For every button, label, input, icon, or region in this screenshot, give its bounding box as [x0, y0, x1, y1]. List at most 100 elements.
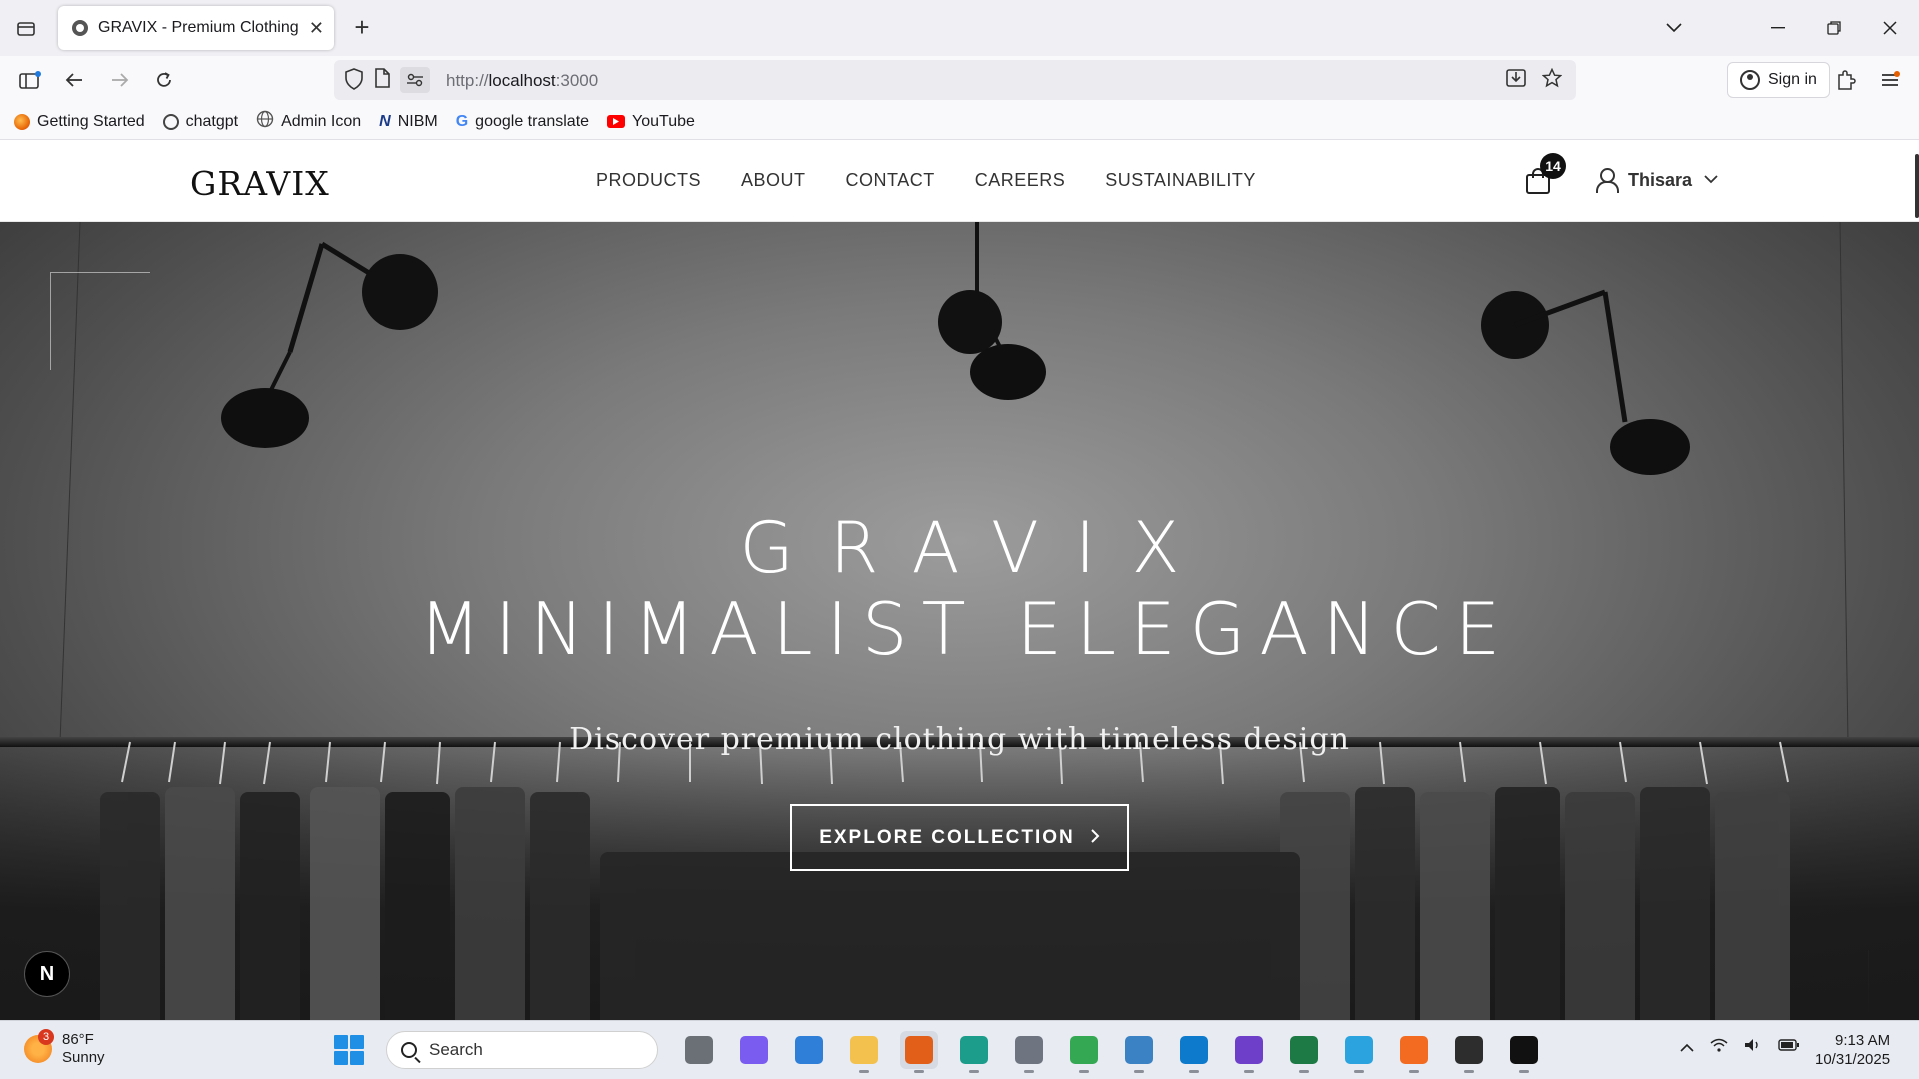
main-nav: PRODUCTS ABOUT CONTACT CAREERS SUSTAINAB… [596, 170, 1256, 191]
running-indicator [1299, 1070, 1309, 1073]
photos-taskbar-icon[interactable] [1120, 1031, 1158, 1073]
terminal-taskbar-icon[interactable] [1450, 1031, 1488, 1073]
wifi-icon[interactable] [1710, 1037, 1728, 1057]
vscode-icon [1180, 1036, 1208, 1064]
nav-contact[interactable]: CONTACT [846, 170, 935, 191]
browser-tab-bar: GRAVIX - Premium Clothing Sto ✕ + [0, 0, 1919, 56]
tracking-protection-shield-icon[interactable] [344, 68, 364, 95]
capcut-taskbar-icon[interactable] [1505, 1031, 1543, 1073]
web-page: GRAVIX PRODUCTS ABOUT CONTACT CAREERS SU… [0, 140, 1919, 1020]
chatgpt-icon [162, 113, 179, 130]
github-desktop-taskbar-icon[interactable] [1230, 1031, 1268, 1073]
url-host: localhost [488, 71, 556, 90]
url-scheme: http:// [446, 71, 489, 90]
new-tab-icon[interactable]: + [346, 12, 378, 44]
bookmark-nibm[interactable]: N NIBM [379, 113, 438, 131]
settings-taskbar-icon[interactable] [1010, 1031, 1048, 1073]
page-scrollbar[interactable] [1915, 154, 1919, 218]
bookmark-label: Admin Icon [281, 112, 362, 130]
nav-careers[interactable]: CAREERS [975, 170, 1066, 191]
save-to-pocket-download-icon[interactable] [1506, 68, 1526, 94]
firefox-taskbar-icon[interactable] [900, 1031, 938, 1073]
running-indicator [1189, 1070, 1199, 1073]
bookmarks-toolbar: Getting Started chatgpt Admin Icon N NIB… [0, 104, 1919, 140]
telegram-taskbar-icon[interactable] [1340, 1031, 1378, 1073]
running-indicator [914, 1070, 924, 1073]
firefox-icon [14, 113, 30, 130]
xampp-taskbar-icon[interactable] [1395, 1031, 1433, 1073]
sidebar-toggle-icon[interactable] [14, 64, 46, 96]
active-tab[interactable]: GRAVIX - Premium Clothing Sto ✕ [58, 6, 334, 50]
explore-collection-button[interactable]: EXPLORE COLLECTION [790, 804, 1129, 871]
os-taskbar: 3 86°F Sunny Search 9:13 AM 10/31/2025 [0, 1020, 1919, 1079]
back-icon[interactable] [58, 64, 90, 96]
address-bar[interactable]: http://localhost:3000 [334, 60, 1576, 100]
taskbar-search-box[interactable]: Search [386, 1031, 658, 1069]
running-indicator [969, 1070, 979, 1073]
weather-notification-badge: 3 [38, 1029, 54, 1045]
chrome-icon [1070, 1036, 1098, 1064]
search-icon [401, 1042, 417, 1058]
bookmark-chatgpt[interactable]: chatgpt [162, 112, 239, 131]
clock-time: 9:13 AM [1835, 1032, 1891, 1049]
taskbar-clock[interactable]: 9:13 AM 10/31/2025 [1815, 1031, 1890, 1069]
reload-icon[interactable] [148, 64, 180, 96]
copilot-taskbar-icon[interactable] [735, 1031, 773, 1069]
tab-list-icon[interactable] [10, 12, 42, 44]
page-info-icon[interactable] [374, 68, 390, 95]
site-logo[interactable]: GRAVIX [190, 164, 330, 203]
excel-app-taskbar-icon[interactable] [1285, 1031, 1323, 1073]
microsoft-store-taskbar-icon[interactable] [790, 1031, 828, 1069]
nav-products[interactable]: PRODUCTS [596, 170, 701, 191]
bookmark-label: chatgpt [185, 112, 239, 130]
app-menu-icon[interactable] [1874, 64, 1906, 96]
vscode-taskbar-icon[interactable] [1175, 1031, 1213, 1073]
bookmark-google-translate[interactable]: G google translate [456, 113, 589, 131]
weather-widget[interactable]: 3 86°F Sunny [24, 1029, 105, 1067]
battery-icon[interactable] [1778, 1037, 1800, 1057]
volume-icon[interactable] [1744, 1037, 1762, 1057]
cart-count-badge: 14 [1540, 153, 1566, 179]
hero-clothes-rack [100, 741, 1790, 1020]
bookmark-label: google translate [475, 112, 590, 130]
tab-overflow-chevron-icon[interactable] [1654, 10, 1694, 46]
nav-sustainability[interactable]: SUSTAINABILITY [1105, 170, 1256, 191]
bookmark-getting-started[interactable]: Getting Started [14, 113, 145, 131]
terminal-icon [1455, 1036, 1483, 1064]
task-view-icon [685, 1036, 713, 1064]
close-window-icon[interactable] [1870, 10, 1910, 46]
github-desktop-icon [1235, 1036, 1263, 1064]
forward-icon[interactable] [104, 64, 136, 96]
nav-about[interactable]: ABOUT [741, 170, 806, 191]
task-view-taskbar-icon[interactable] [680, 1031, 718, 1069]
bookmark-star-icon[interactable] [1541, 67, 1563, 94]
bookmark-admin-icon[interactable]: Admin Icon [256, 110, 361, 133]
permissions-icon[interactable] [400, 67, 430, 93]
chrome-taskbar-icon[interactable] [1065, 1031, 1103, 1073]
extensions-icon[interactable] [1830, 64, 1862, 96]
file-explorer-taskbar-icon[interactable] [845, 1031, 883, 1073]
tray-overflow-chevron-icon[interactable] [1680, 1037, 1694, 1057]
site-favicon-icon [72, 20, 88, 36]
globe-icon [256, 110, 274, 133]
account-icon [1740, 70, 1760, 90]
nextjs-dev-indicator[interactable]: N [24, 951, 70, 997]
xampp-icon [1400, 1036, 1428, 1064]
system-tray [1680, 1037, 1800, 1057]
weather-temperature: 86°F [62, 1031, 94, 1048]
running-indicator [859, 1070, 869, 1073]
sign-in-label: Sign in [1768, 71, 1817, 88]
restore-icon[interactable] [1814, 10, 1854, 46]
windows-start-icon[interactable] [334, 1035, 364, 1065]
user-menu[interactable]: Thisara [1596, 168, 1718, 193]
bookmark-youtube[interactable]: YouTube [607, 113, 695, 131]
close-tab-icon[interactable]: ✕ [309, 18, 324, 39]
edge-taskbar-icon[interactable] [955, 1031, 993, 1073]
url-text[interactable]: http://localhost:3000 [446, 71, 598, 91]
hero-title: GRAVIX [739, 507, 1216, 589]
sign-in-button[interactable]: Sign in [1727, 62, 1830, 98]
firefox-icon [905, 1036, 933, 1064]
youtube-icon [607, 115, 626, 128]
minimize-icon[interactable] [1758, 10, 1798, 46]
running-indicator [1079, 1070, 1089, 1073]
